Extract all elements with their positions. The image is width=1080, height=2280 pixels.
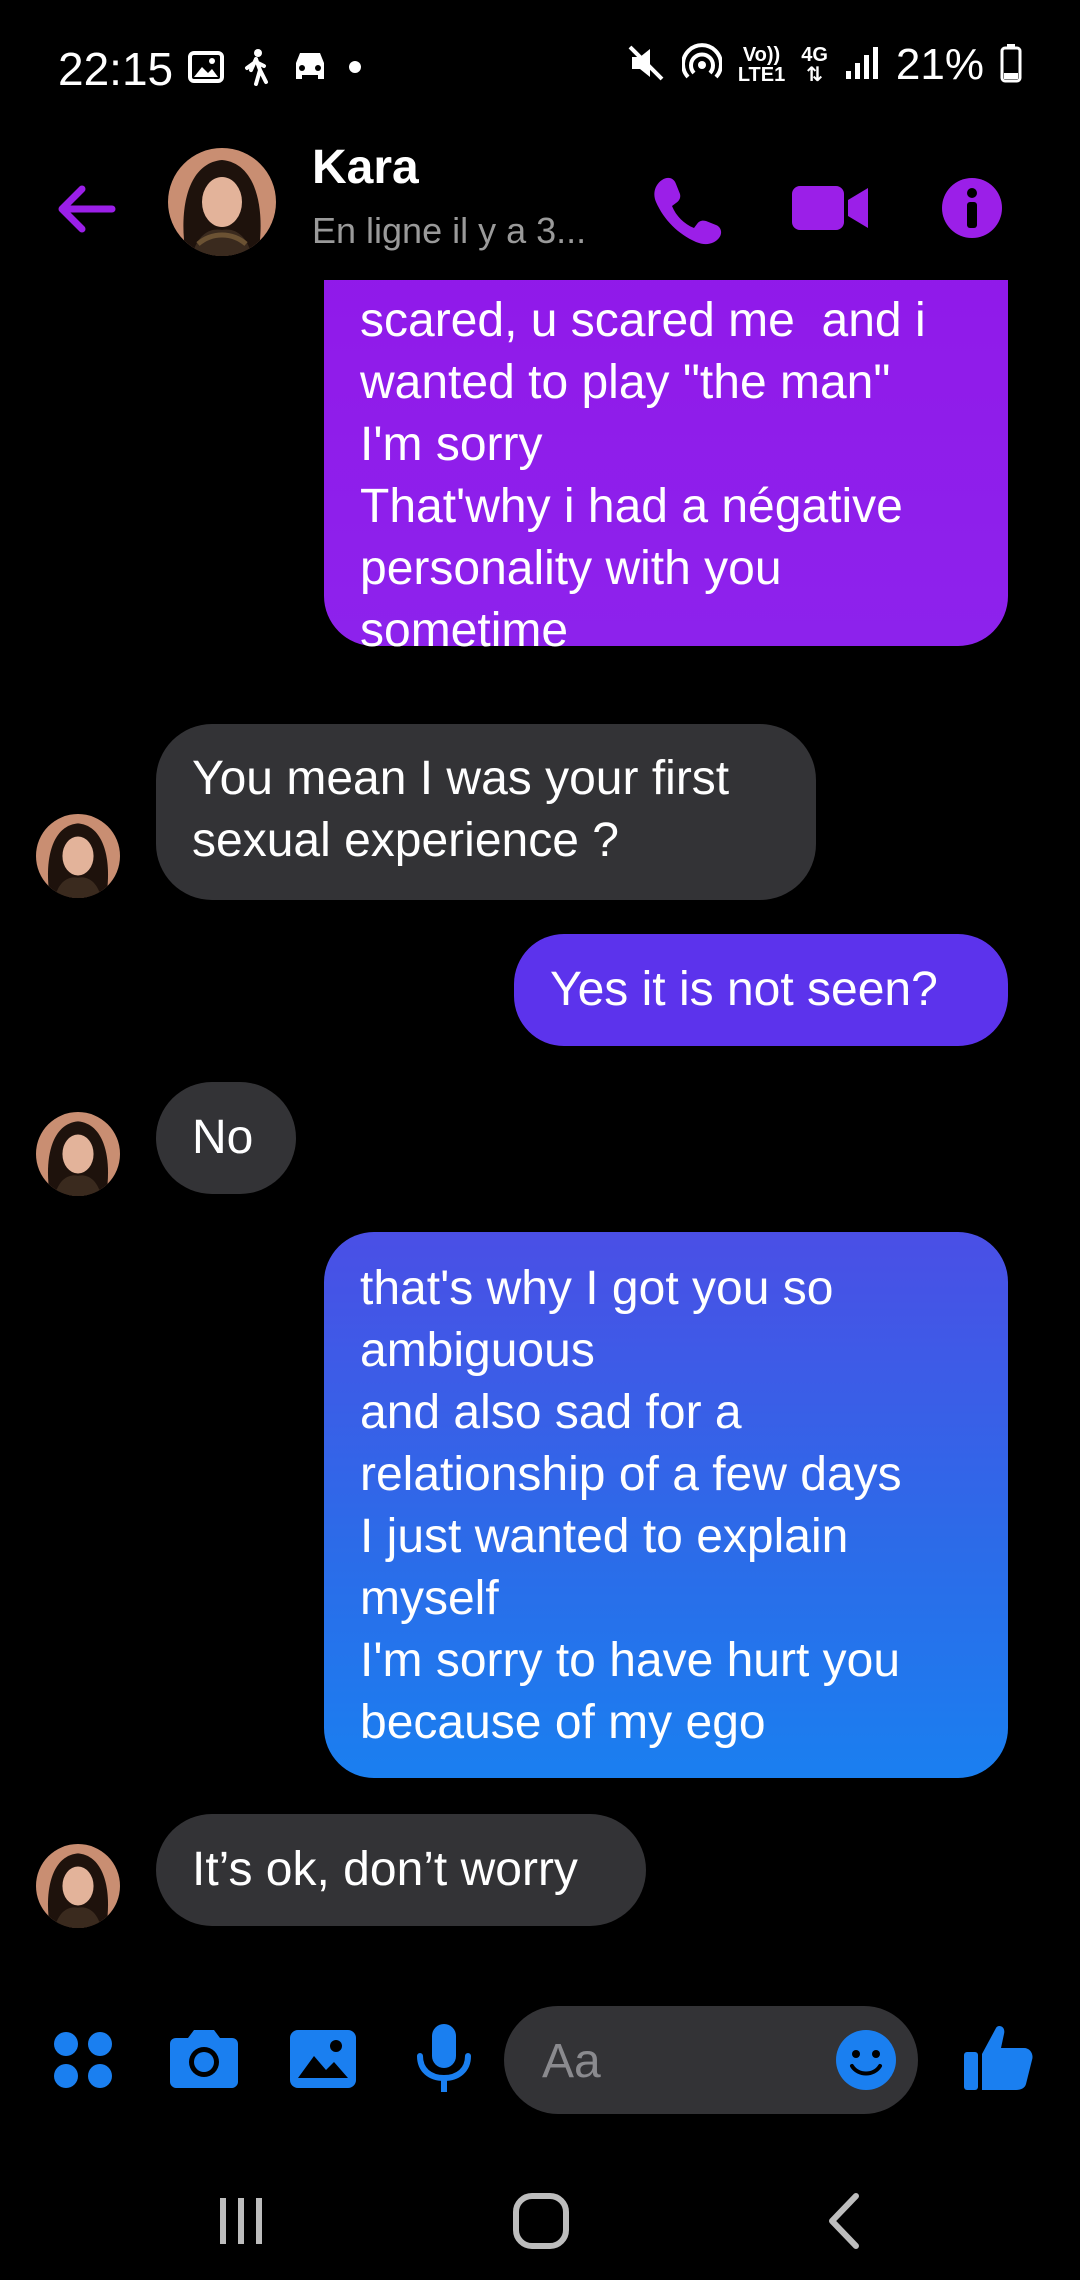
apps-grid-icon (54, 2032, 112, 2088)
contact-avatar[interactable] (168, 148, 276, 256)
recent-apps-button[interactable] (206, 2186, 276, 2256)
chat-header: Kara En ligne il y a 3... (0, 140, 1080, 280)
home-button[interactable] (506, 2186, 576, 2256)
outgoing-message[interactable]: that's why I got you so ambiguous and al… (324, 1232, 1008, 1778)
back-nav-button[interactable] (810, 2186, 880, 2256)
info-button[interactable] (932, 168, 1012, 248)
status-time: 22:15 (58, 43, 174, 95)
outgoing-message[interactable]: scared, u scared me and i wanted to play… (324, 280, 1008, 657)
battery-icon (1000, 43, 1022, 88)
thumbs-up-icon (964, 2026, 1033, 2090)
hotspot-icon (680, 42, 723, 88)
system-nav-bar (0, 2150, 1080, 2280)
microphone-icon (417, 2024, 471, 2092)
signal-icon (844, 45, 880, 86)
smiley-icon (836, 2030, 896, 2090)
camera-icon (170, 2030, 238, 2088)
back-button[interactable] (52, 174, 122, 244)
more-actions-button[interactable] (44, 2018, 124, 2098)
sender-avatar[interactable] (36, 814, 120, 898)
video-camera-icon (792, 186, 868, 230)
like-button[interactable] (958, 2018, 1038, 2098)
back-arrow-icon (58, 185, 116, 233)
gallery-button[interactable] (284, 2018, 364, 2098)
contact-name[interactable]: Kara (312, 140, 419, 195)
message-list[interactable]: scared, u scared me and i wanted to play… (0, 280, 1080, 1980)
info-icon (942, 178, 1002, 238)
car-icon (290, 49, 330, 90)
gallery-notification-icon (188, 49, 224, 90)
walking-icon (242, 48, 272, 91)
video-call-button[interactable] (790, 168, 870, 248)
contact-status: En ligne il y a 3... (312, 210, 587, 251)
battery-percent: 21% (895, 40, 984, 89)
sender-avatar[interactable] (36, 1844, 120, 1928)
phone-icon (654, 177, 722, 245)
chevron-left-icon (829, 2193, 859, 2249)
message-input-placeholder: Aa (542, 2035, 601, 2088)
incoming-message[interactable]: You mean I was your first sexual experie… (156, 724, 816, 900)
image-icon (290, 2030, 356, 2088)
voice-message-button[interactable] (404, 2018, 484, 2098)
volte-label: Vo)) LTE1 (737, 44, 786, 86)
camera-button[interactable] (164, 2018, 244, 2098)
dot-icon (348, 60, 362, 79)
status-bar: 22:15 Vo)) LTE1 4G ⇅ 21% (0, 0, 1080, 140)
outgoing-message[interactable]: Yes it is not seen? (514, 934, 1008, 1046)
incoming-message[interactable]: It’s ok, don’t worry (156, 1814, 646, 1926)
message-composer: Aa (0, 1990, 1080, 2130)
recents-icon (220, 2198, 262, 2244)
sender-avatar[interactable] (36, 1112, 120, 1196)
voice-call-button[interactable] (646, 168, 726, 248)
emoji-button[interactable] (834, 2028, 898, 2092)
message-input[interactable]: Aa (504, 2006, 918, 2114)
network-type: 4G ⇅ (801, 44, 828, 86)
incoming-message[interactable]: No (156, 1082, 296, 1194)
mute-icon (626, 43, 666, 88)
home-icon (513, 2193, 569, 2249)
